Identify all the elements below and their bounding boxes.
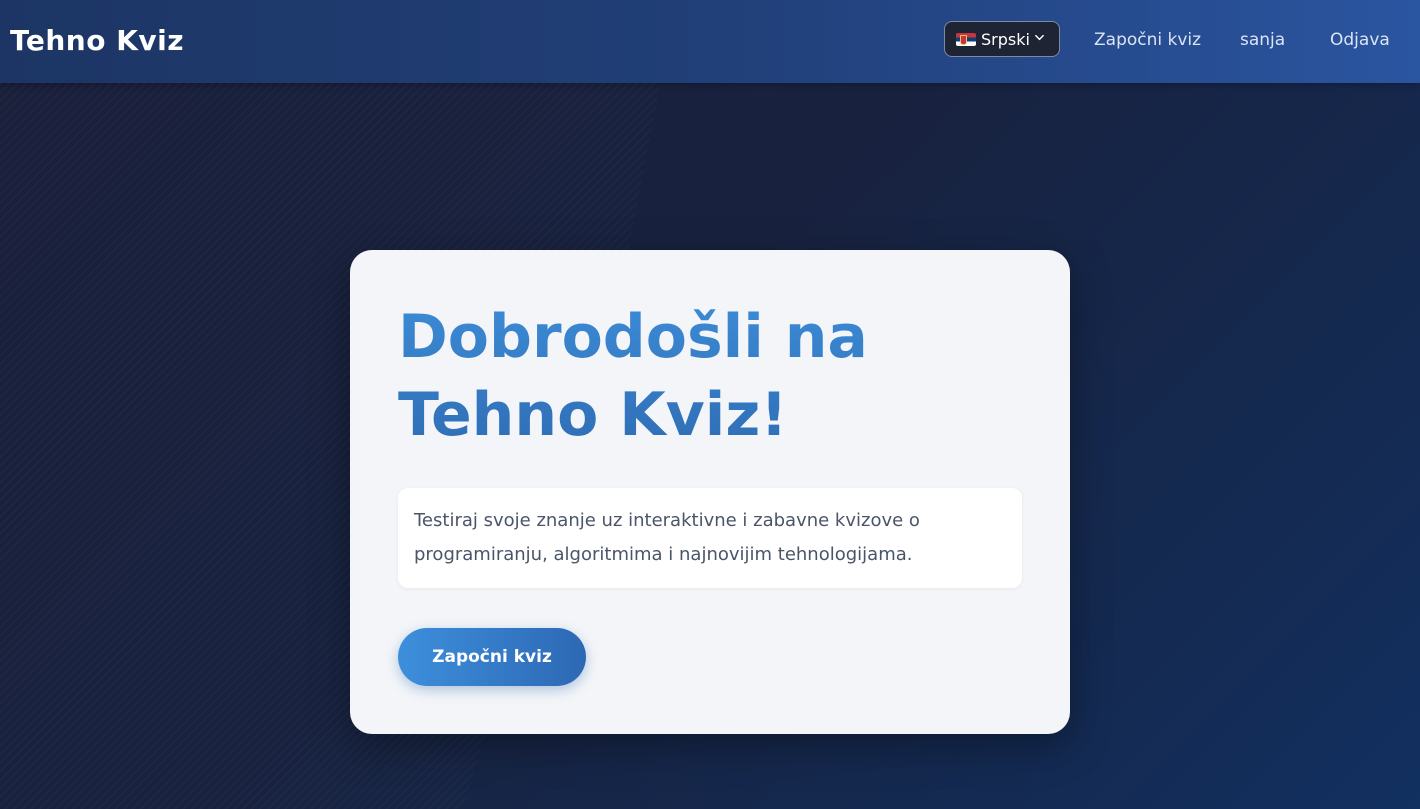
nav-start-quiz-link[interactable]: Započni kviz — [1094, 28, 1201, 52]
description-line-2: programiranju, algoritmima i najnovijim … — [414, 544, 913, 565]
page-title: Dobrodošli na Tehno Kviz! — [398, 298, 998, 454]
brand-logo[interactable]: Tehno Kviz — [10, 22, 184, 60]
description-line-1: Testiraj svoje znanje uz interaktivne i … — [414, 510, 920, 531]
nav-logout-link[interactable]: Odjava — [1330, 28, 1390, 52]
chevron-down-icon — [1035, 34, 1044, 41]
description-box: Testiraj svoje znanje uz interaktivne i … — [398, 488, 1022, 588]
page-title-line-2: Tehno Kviz! — [398, 380, 788, 450]
nav-user-link[interactable]: sanja — [1240, 28, 1285, 52]
language-select-value: Srpski — [981, 29, 1030, 49]
language-select[interactable]: Srpski — [944, 21, 1060, 57]
description-text: Testiraj svoje znanje uz interaktivne i … — [414, 504, 1006, 572]
page-title-line-1: Dobrodošli na — [398, 302, 868, 372]
welcome-card: Dobrodošli na Tehno Kviz! Testiraj svoje… — [350, 250, 1070, 734]
start-quiz-button[interactable]: Započni kviz — [398, 628, 586, 686]
navbar: Tehno Kviz Srpski Započni kviz sanja Odj… — [0, 0, 1420, 83]
serbia-flag-icon — [956, 32, 976, 46]
